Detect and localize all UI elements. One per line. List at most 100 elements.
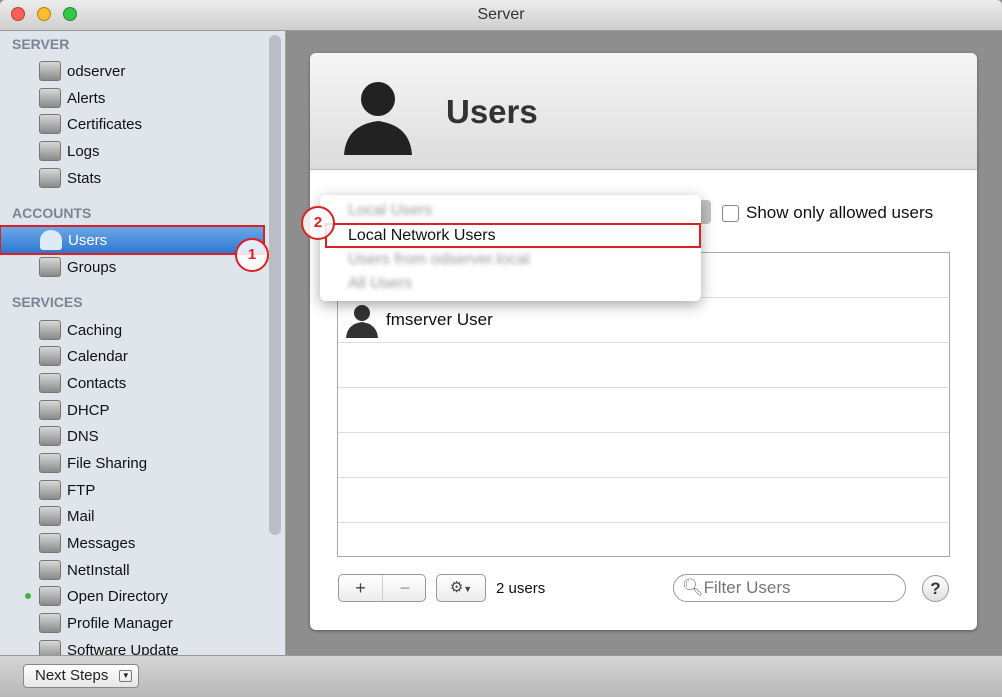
sidebar-item-mail[interactable]: Mail xyxy=(0,503,266,529)
sidebar-item-label: Messages xyxy=(67,534,136,552)
filter-placeholder: Filter Users xyxy=(703,578,791,597)
add-remove-control: + − xyxy=(338,574,426,602)
table-row xyxy=(338,433,949,478)
mail-icon xyxy=(39,506,61,526)
sidebar-item-certificates[interactable]: Certificates xyxy=(0,111,266,137)
certificate-icon xyxy=(39,114,61,134)
help-button[interactable]: ? xyxy=(922,575,949,602)
chevron-down-icon: ▼ xyxy=(463,584,473,594)
chevron-down-icon: ▼ xyxy=(119,670,133,682)
document-icon xyxy=(39,141,61,161)
checkbox-label: Show only allowed users xyxy=(746,203,934,222)
bar-chart-icon xyxy=(39,168,61,188)
sidebar-item-odserver[interactable]: odserver xyxy=(0,58,266,84)
folder-icon xyxy=(39,453,61,473)
callout-1: 1 xyxy=(235,238,269,272)
dropdown-stepper[interactable] xyxy=(700,200,711,224)
sidebar-item-label: Certificates xyxy=(67,115,143,133)
sidebar-item-label: NetInstall xyxy=(67,561,130,579)
bottom-bar: Next Steps ▼ xyxy=(0,655,1002,697)
sidebar-item-open-directory[interactable]: Open Directory xyxy=(0,583,266,609)
table-row xyxy=(338,478,949,523)
group-icon xyxy=(39,257,61,277)
user-count: 2 users xyxy=(496,580,546,597)
sidebar-item-label: File Sharing xyxy=(67,454,148,472)
sidebar-item-groups[interactable]: Groups xyxy=(0,254,266,280)
sidebar-item-label: Stats xyxy=(67,169,102,187)
sidebar-item-profile-manager[interactable]: Profile Manager xyxy=(0,610,266,636)
dhcp-icon xyxy=(39,400,61,420)
page-title: Users xyxy=(446,93,538,130)
ftp-icon xyxy=(39,480,61,500)
sidebar-item-software-update[interactable]: Software Update xyxy=(0,637,266,655)
sidebar-item-alerts[interactable]: Alerts xyxy=(0,85,266,111)
sidebar-scrollbar[interactable] xyxy=(269,35,281,535)
user-silhouette-icon xyxy=(344,82,412,155)
sidebar-item-contacts[interactable]: Contacts xyxy=(0,370,266,396)
sidebar-item-netinstall[interactable]: NetInstall xyxy=(0,557,266,583)
sidebar-item-dhcp[interactable]: DHCP xyxy=(0,397,266,423)
table-row xyxy=(338,388,949,433)
table-row[interactable]: fmserver User xyxy=(338,298,949,343)
title-bar: Server xyxy=(0,0,1002,31)
sidebar-item-messages[interactable]: Messages xyxy=(0,530,266,556)
remove-user-button[interactable]: − xyxy=(383,575,427,601)
user-source-dropdown-menu: Local Users Local Network Users Users fr… xyxy=(320,195,701,301)
sidebar-item-label: Open Directory xyxy=(67,587,168,605)
sidebar-item-users[interactable]: Users xyxy=(0,225,265,255)
users-panel: Users Show only allowed users fmserver U… xyxy=(310,53,977,630)
megaphone-icon xyxy=(39,88,61,108)
sidebar-section-header: SERVICES xyxy=(12,294,83,310)
sidebar-item-label: DNS xyxy=(67,427,99,445)
sidebar-item-label: Profile Manager xyxy=(67,614,173,632)
sidebar-item-label: odserver xyxy=(67,62,126,80)
dropdown-selected[interactable]: Local Users xyxy=(348,202,432,220)
sidebar-item-file-sharing[interactable]: File Sharing xyxy=(0,450,266,476)
sidebar-item-label: Software Update xyxy=(67,641,179,656)
sidebar: SERVER odserver Alerts Certificates Logs Stat… xyxy=(0,31,286,655)
next-steps-button[interactable]: Next Steps ▼ xyxy=(23,664,140,688)
open-directory-icon xyxy=(39,586,61,606)
table-row xyxy=(338,343,949,388)
user-name: fmserver User xyxy=(386,310,493,329)
action-menu-button[interactable]: ⚙▼ xyxy=(436,574,486,602)
sidebar-item-calendar[interactable]: Calendar xyxy=(0,343,266,369)
callout-2: 2 xyxy=(301,206,335,240)
sidebar-section-header: ACCOUNTS xyxy=(12,205,92,221)
add-user-button[interactable]: + xyxy=(339,575,383,601)
sidebar-item-dns[interactable]: DNS xyxy=(0,423,266,449)
dns-icon xyxy=(39,426,61,446)
sidebar-item-logs[interactable]: Logs xyxy=(0,138,266,164)
show-only-allowed-checkbox[interactable]: Show only allowed users xyxy=(722,203,933,223)
window-title: Server xyxy=(477,6,525,23)
filter-users-input[interactable]: 🔍︎Filter Users xyxy=(673,574,906,602)
sidebar-item-label: Users xyxy=(68,231,108,249)
netinstall-icon xyxy=(39,560,61,580)
sidebar-item-label: Groups xyxy=(67,258,117,276)
sidebar-item-label: Caching xyxy=(67,321,123,339)
sidebar-item-label: DHCP xyxy=(67,401,110,419)
status-dot xyxy=(25,593,31,599)
user-icon xyxy=(40,230,62,250)
software-update-icon xyxy=(39,640,61,655)
calendar-icon xyxy=(39,346,61,366)
sidebar-item-caching[interactable]: Caching xyxy=(0,317,266,343)
sidebar-item-stats[interactable]: Stats xyxy=(0,165,266,191)
search-icon: 🔍︎ xyxy=(682,578,704,597)
menu-item-all-users[interactable]: All Users xyxy=(348,275,412,293)
messages-icon xyxy=(39,533,61,553)
contacts-icon xyxy=(39,373,61,393)
profile-manager-icon xyxy=(39,613,61,633)
caching-icon xyxy=(39,320,61,340)
sidebar-item-label: Logs xyxy=(67,142,100,160)
menu-item-users-from-server[interactable]: Users from odserver.local xyxy=(348,251,529,269)
user-icon xyxy=(346,305,378,338)
sidebar-item-label: Alerts xyxy=(67,89,106,107)
computer-icon xyxy=(39,61,61,81)
sidebar-item-ftp[interactable]: FTP xyxy=(0,477,266,503)
menu-item-local-network-users[interactable]: Local Network Users xyxy=(348,227,496,245)
sidebar-item-label: Mail xyxy=(67,507,95,525)
checkbox-box[interactable] xyxy=(722,204,739,222)
sidebar-item-label: FTP xyxy=(67,481,96,499)
panel-header: Users xyxy=(310,53,977,170)
